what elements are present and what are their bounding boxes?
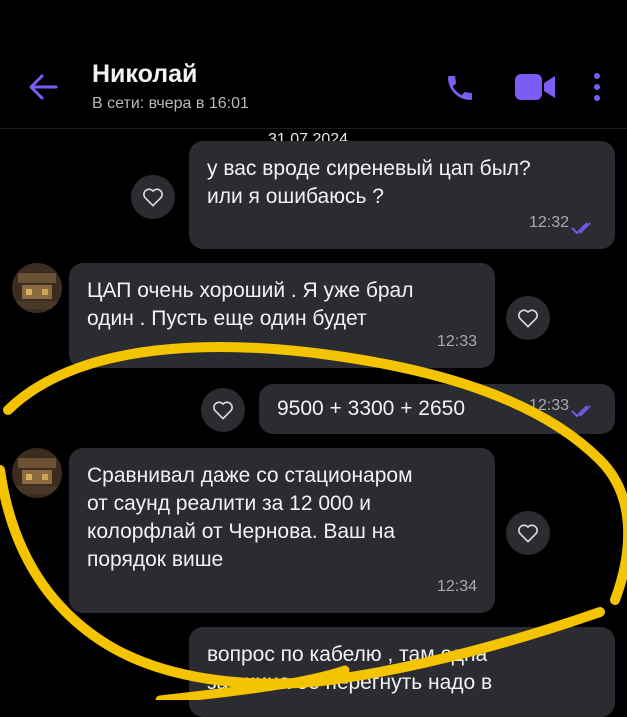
message-text: вопрос по кабелю , там одна заушина ее п… (207, 643, 493, 694)
back-arrow-icon[interactable] (26, 70, 60, 104)
react-heart-button[interactable] (131, 175, 175, 219)
heart-icon (518, 524, 538, 543)
contact-avatar[interactable] (12, 448, 62, 498)
message-bubble-outgoing[interactable]: 9500 + 3300 + 2650 12:33 (259, 384, 615, 434)
message-text: у вас вроде сиреневый цап был? или я оши… (207, 157, 531, 208)
avatar-image (12, 448, 62, 498)
react-heart-button[interactable] (201, 388, 245, 432)
video-call-icon[interactable] (514, 71, 556, 103)
contact-name[interactable]: Николай (92, 60, 197, 89)
heart-icon (518, 309, 538, 328)
message-time: 12:33 (436, 333, 477, 350)
message-bubble-incoming[interactable]: ЦАП очень хороший . Я уже брал один . Пу… (69, 263, 495, 368)
heart-icon (143, 188, 163, 207)
contact-status: В сети: вчера в 16:01 (92, 95, 249, 112)
message-bubble-outgoing[interactable]: у вас вроде сиреневый цап был? или я оши… (189, 141, 615, 249)
message-bubble-outgoing[interactable]: вопрос по кабелю , там одна заушина ее п… (189, 627, 615, 717)
more-options-icon[interactable] (588, 70, 606, 104)
read-checkmarks-icon (571, 222, 591, 235)
chat-header: Николай В сети: вчера в 16:01 (0, 0, 627, 129)
react-heart-button[interactable] (506, 511, 550, 555)
avatar-image (12, 263, 62, 313)
message-text: ЦАП очень хороший . Я уже брал один . Пу… (87, 279, 414, 330)
contact-avatar[interactable] (12, 263, 62, 313)
message-text: Сравнивал даже со стационаром от саунд р… (87, 464, 413, 571)
message-time: 12:32 (528, 214, 569, 231)
heart-icon (213, 401, 233, 420)
phone-icon[interactable] (444, 72, 476, 104)
message-bubble-incoming[interactable]: Сравнивал даже со стационаром от саунд р… (69, 448, 495, 613)
react-heart-button[interactable] (506, 296, 550, 340)
read-checkmarks-icon (571, 405, 591, 418)
message-time: 12:33 (528, 397, 569, 414)
message-time: 12:34 (436, 578, 477, 595)
